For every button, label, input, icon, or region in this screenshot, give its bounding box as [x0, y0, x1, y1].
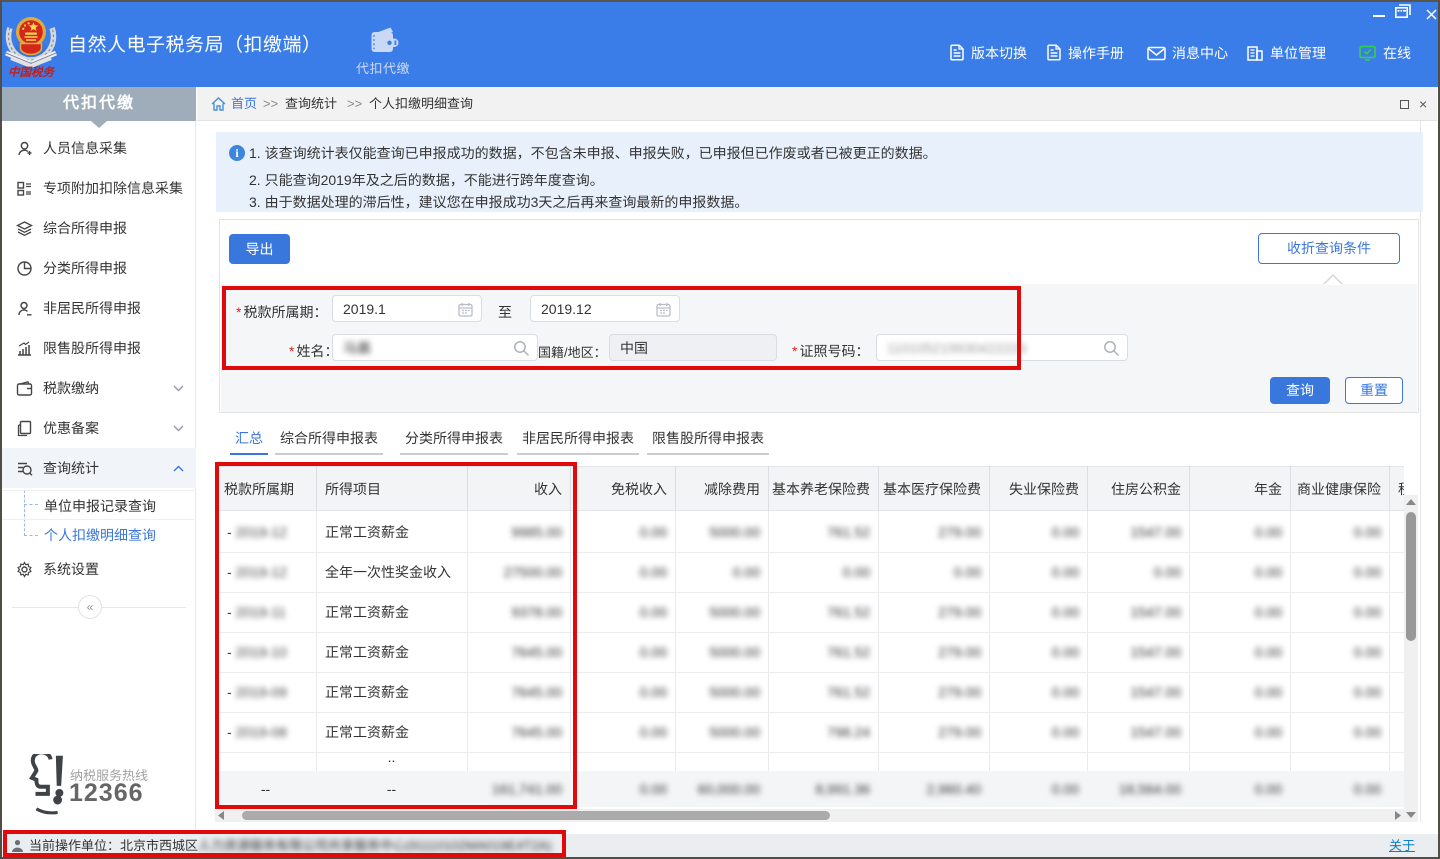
svg-text:中国税务: 中国税务 — [8, 66, 55, 79]
